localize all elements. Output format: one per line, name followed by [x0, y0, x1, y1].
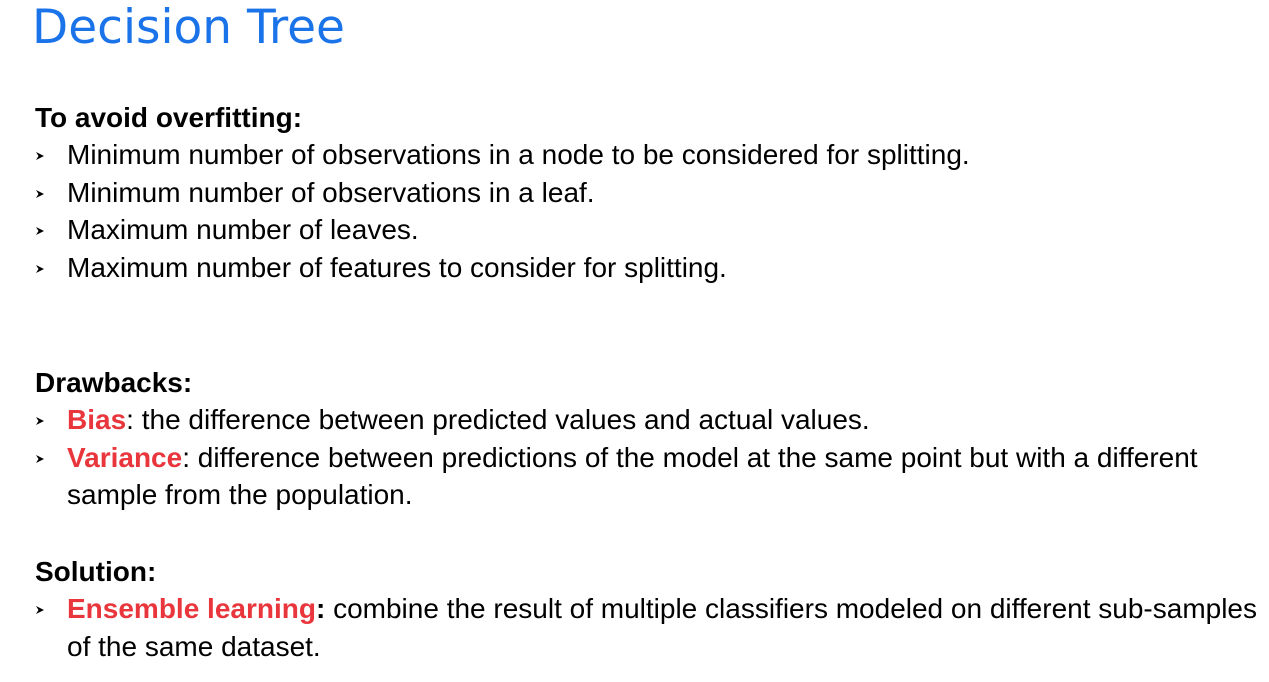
solution-section: Solution: Ensemble learning: combine the… — [35, 553, 1269, 665]
list-item-text: Minimum number of observations in a node… — [67, 139, 970, 170]
overfitting-heading: To avoid overfitting: — [35, 102, 303, 133]
list-item: Variance: difference between predictions… — [35, 439, 1269, 514]
term-definition: difference between predictions of the mo… — [67, 441, 1198, 511]
arrowhead-bullet-icon — [35, 264, 45, 274]
overfitting-list: Minimum number of observations in a node… — [35, 136, 1269, 286]
list-item: Minimum number of observations in a node… — [35, 136, 1269, 174]
drawbacks-list: Bias: the difference between predicted v… — [35, 401, 1269, 514]
list-item: Bias: the difference between predicted v… — [35, 401, 1269, 439]
drawbacks-heading: Drawbacks: — [35, 367, 193, 398]
overfitting-section: To avoid overfitting: Minimum number of … — [35, 99, 1269, 286]
arrowhead-bullet-icon — [35, 189, 45, 199]
solution-list: Ensemble learning: combine the result of… — [35, 590, 1269, 665]
list-item-text: Maximum number of leaves. — [67, 214, 419, 245]
arrowhead-bullet-icon — [35, 416, 45, 426]
term-separator: : — [126, 404, 134, 435]
list-item-text: Minimum number of observations in a leaf… — [67, 176, 595, 208]
term-definition: the difference between predicted values … — [133, 404, 870, 435]
term-separator: : — [182, 441, 190, 473]
arrowhead-bullet-icon — [35, 605, 45, 615]
arrowhead-bullet-icon — [35, 454, 45, 464]
term-bias: Bias — [67, 404, 127, 435]
page-title: Decision Tree — [32, 0, 345, 55]
list-item: Maximum number of features to consider f… — [35, 249, 1269, 287]
arrowhead-bullet-icon — [35, 226, 45, 236]
list-item-text: Maximum number of features to consider f… — [67, 251, 727, 283]
term-ensemble-learning: Ensemble learning — [67, 593, 316, 624]
list-item: Maximum number of leaves. — [35, 211, 1269, 249]
list-item: Minimum number of observations in a leaf… — [35, 174, 1269, 212]
list-item: Ensemble learning: combine the result of… — [35, 590, 1269, 665]
term-separator: : — [315, 593, 326, 624]
arrowhead-bullet-icon — [35, 151, 45, 161]
solution-heading: Solution: — [35, 556, 157, 587]
term-variance: Variance — [67, 441, 183, 473]
drawbacks-section: Drawbacks: Bias: the difference between … — [35, 364, 1269, 514]
